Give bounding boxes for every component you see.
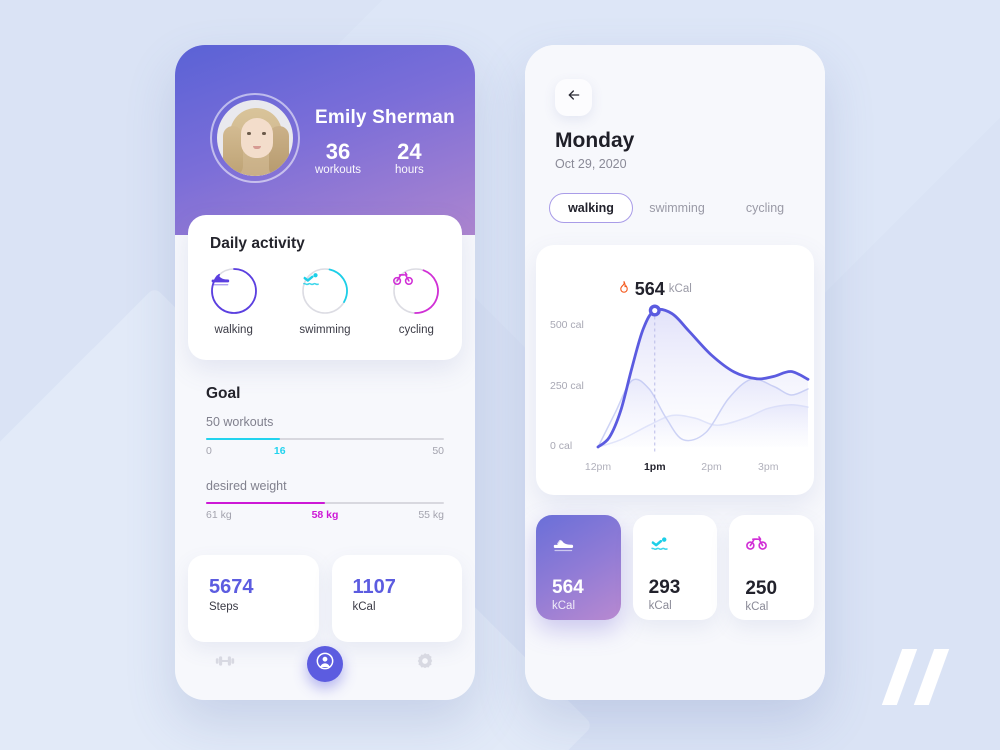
- page-date: Oct 29, 2020: [555, 157, 627, 171]
- goal-workouts-fill: [206, 438, 280, 440]
- profile-screen: Emily Sherman 36 workouts 24 hours Daily…: [175, 45, 475, 700]
- bicycle-icon: [745, 536, 768, 558]
- kcal-label: kCal: [352, 601, 376, 613]
- activity-walking[interactable]: walking: [188, 267, 279, 336]
- summary-swimming-label: kCal: [648, 600, 672, 612]
- summary-walking-label: kCal: [552, 600, 576, 612]
- x-tick-1pm: 1pm: [643, 461, 666, 473]
- swimming-label: swimming: [299, 324, 351, 336]
- summary-cycling-value: 250: [745, 578, 778, 599]
- nav-item-settings[interactable]: [408, 647, 442, 681]
- page-title: Monday: [555, 129, 635, 152]
- walking-shoe-icon: [552, 539, 574, 557]
- double-slash-logo: [880, 649, 960, 705]
- activity-swimming[interactable]: swimming: [279, 267, 370, 336]
- summary-card-swimming[interactable]: 293 kCal: [632, 515, 718, 620]
- calorie-chart: [596, 304, 810, 453]
- stat-workouts: 36 workouts: [315, 139, 362, 177]
- goal-weight-current: 58 kg: [311, 509, 339, 521]
- daily-activity-card: Daily activity walking swimming cycling: [188, 215, 462, 360]
- swimmer-icon: [301, 267, 349, 315]
- tab-walking[interactable]: walking: [549, 193, 633, 223]
- goal-weight-track[interactable]: [206, 502, 444, 504]
- summary-card-walking[interactable]: 564 kCal: [536, 515, 621, 620]
- goal-weight-ticks: 61 kg 58 kg 55 kg: [206, 509, 444, 525]
- summary-walking-value: 564: [552, 577, 584, 598]
- goal-weight-caption: desired weight: [206, 479, 287, 493]
- swimmer-icon: [649, 537, 671, 557]
- activity-tabs: walking swimming cycling: [549, 193, 809, 223]
- x-tick-2pm: 2pm: [701, 461, 722, 473]
- summary-swimming-value: 293: [648, 577, 681, 598]
- goal-workouts-caption: 50 workouts: [206, 415, 274, 429]
- stat-workouts-label: workouts: [315, 164, 362, 177]
- goal-workouts-max: 50: [432, 445, 444, 457]
- user-name: Emily Sherman: [315, 107, 455, 128]
- goal-weight-fill: [206, 502, 325, 504]
- cycling-progress-ring: [392, 267, 440, 315]
- summary-cycling-label: kCal: [745, 601, 769, 613]
- goal-workouts-ticks: 0 16 50: [206, 445, 444, 461]
- x-tick-12pm: 12pm: [584, 461, 612, 473]
- goal-workouts-current: 16: [273, 445, 286, 457]
- dumbbell-icon: [214, 650, 236, 677]
- profile-stats: 36 workouts 24 hours: [315, 139, 424, 177]
- stat-hours-value: 24: [397, 139, 422, 164]
- goal-workouts: 50 workouts 0 16 50: [206, 415, 444, 461]
- goal-weight-min: 61 kg: [206, 509, 232, 521]
- day-detail-phone-mockup: Monday Oct 29, 2020 walking swimming cyc…: [525, 45, 825, 700]
- y-tick-500: 500 cal: [550, 319, 584, 332]
- goal-weight: desired weight 61 kg 58 kg 55 kg: [206, 479, 444, 525]
- summary-card-cycling[interactable]: 250 kCal: [729, 515, 815, 620]
- nav-item-workouts[interactable]: [208, 647, 242, 681]
- y-tick-0: 0 cal: [550, 440, 573, 452]
- bottom-navigation: [175, 627, 475, 700]
- goal-workouts-min: 0: [206, 445, 212, 457]
- back-button[interactable]: [555, 79, 592, 116]
- arrow-left-icon: [566, 87, 582, 108]
- calorie-chart-card: 564 kCal 500 cal 250 cal 0 cal 12pm 1pm …: [536, 245, 814, 495]
- goal-weight-max: 55 kg: [418, 509, 444, 521]
- walking-progress-ring: [210, 267, 258, 315]
- avatar-photo: [217, 100, 293, 176]
- walking-shoe-icon: [210, 267, 258, 315]
- goal-workouts-track[interactable]: [206, 438, 444, 440]
- y-tick-250: 250 cal: [550, 379, 584, 392]
- stat-workouts-value: 36: [325, 139, 351, 164]
- kcal-value: 1107: [352, 576, 396, 598]
- gear-icon: [415, 651, 435, 676]
- cycling-label: cycling: [398, 324, 434, 336]
- day-detail-screen: Monday Oct 29, 2020 walking swimming cyc…: [525, 45, 825, 700]
- tab-cycling[interactable]: cycling: [721, 194, 809, 222]
- tab-swimming[interactable]: swimming: [633, 194, 721, 222]
- profile-phone-mockup: Emily Sherman 36 workouts 24 hours Daily…: [175, 45, 475, 700]
- avatar: [210, 93, 300, 183]
- steps-label: Steps: [209, 601, 239, 613]
- stat-hours: 24 hours: [395, 139, 424, 177]
- stat-hours-label: hours: [395, 164, 424, 177]
- activity-ring-list: walking swimming cycling: [188, 267, 462, 336]
- goal-title: Goal: [206, 385, 241, 402]
- activity-cycling[interactable]: cycling: [371, 267, 462, 336]
- walking-label: walking: [214, 324, 253, 336]
- profile-icon: [315, 651, 335, 676]
- bicycle-icon: [392, 267, 440, 315]
- nav-item-profile[interactable]: [306, 645, 343, 682]
- background-decoration: [0, 0, 1000, 750]
- steps-value: 5674: [209, 576, 254, 598]
- swimming-progress-ring: [301, 267, 349, 315]
- x-tick-3pm: 3pm: [758, 461, 779, 473]
- activity-summary-list: 564 kCal 293 kCal 250 kCal: [536, 515, 815, 620]
- daily-activity-title: Daily activity: [210, 235, 305, 252]
